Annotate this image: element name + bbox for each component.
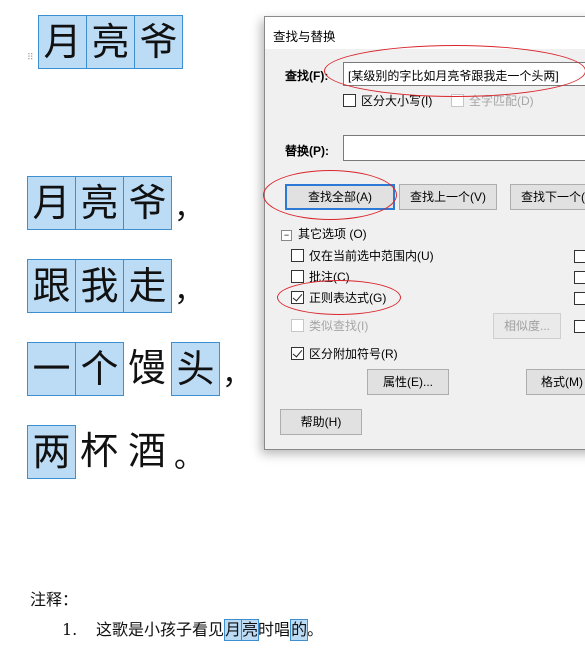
verse-char: 跟 <box>27 259 76 313</box>
note-text: 。 <box>307 620 324 639</box>
title-char: 亮 <box>86 15 135 69</box>
paragraph-anchor-icon: ⠿ <box>27 53 34 63</box>
verse-char: 杯 <box>79 429 118 473</box>
verse-line-4: 两杯酒。 <box>27 425 204 479</box>
checkbox-checked <box>291 347 304 360</box>
note-highlight: 亮 <box>241 619 260 641</box>
verse-char: 两 <box>27 425 76 479</box>
only-selection-label: 仅在当前选中范围内(U) <box>309 249 434 263</box>
checkbox-box <box>291 319 304 332</box>
verse-char: 亮 <box>75 176 124 230</box>
note-label: 注释： <box>30 590 79 609</box>
similar-search-checkbox[interactable]: 类似查找(I) <box>291 318 368 334</box>
other-options-label: 其它选项 (O) <box>298 227 367 241</box>
note-highlight: 的 <box>290 619 309 641</box>
diacritics-checkbox[interactable]: 区分附加符号(R) <box>291 346 398 362</box>
verse-char: 走 <box>123 259 172 313</box>
verse-char: 爷 <box>123 176 172 230</box>
verse-char: 头 <box>171 342 220 396</box>
dialog-title: 查找与替换 <box>273 30 336 44</box>
note-text: 这歌是小孩子看见 <box>96 620 225 639</box>
checkbox-right-2[interactable] <box>574 271 585 284</box>
title-char: 爷 <box>134 15 183 69</box>
similarity-button[interactable]: 相似度... <box>493 313 561 339</box>
note-text: 时唱 <box>258 620 291 639</box>
verse-char: 我 <box>75 259 124 313</box>
help-button[interactable]: 帮助(H) <box>280 409 362 435</box>
verse-line-3: 一个馒头， <box>27 342 252 396</box>
replace-input[interactable] <box>343 135 585 161</box>
similar-search-label: 类似查找(I) <box>309 319 369 333</box>
document-title: 月亮爷 <box>38 15 183 69</box>
checkbox-box <box>291 249 304 262</box>
note-number: 1. <box>62 620 78 639</box>
find-label: 查找(F): <box>285 69 329 83</box>
verse-char: 酒 <box>127 429 166 473</box>
note-item: 1. 这歌是小孩子看见月亮时唱的。 <box>62 618 323 642</box>
note-highlight: 月 <box>224 619 243 641</box>
find-next-button[interactable]: 查找下一个( <box>510 184 585 210</box>
collapse-icon: − <box>281 230 292 241</box>
verse-char: 月 <box>27 176 76 230</box>
checkbox-box <box>343 94 356 107</box>
verse-punct: ， <box>174 274 204 309</box>
verse-punct: ， <box>174 191 204 226</box>
diacritics-label: 区分附加符号(R) <box>309 347 398 361</box>
dialog-titlebar[interactable]: 查找与替换 <box>265 17 585 49</box>
annotation-oval-find-field <box>324 45 585 97</box>
title-char: 月 <box>38 15 87 69</box>
format-button[interactable]: 格式(M) <box>526 369 585 395</box>
checkbox-right-1[interactable] <box>574 250 585 263</box>
verse-line-1: 月亮爷， <box>27 176 204 230</box>
verse-line-2: 跟我走， <box>27 259 204 313</box>
verse-char: 一 <box>27 342 76 396</box>
properties-button[interactable]: 属性(E)... <box>367 369 449 395</box>
replace-label: 替换(P): <box>285 144 329 158</box>
annotation-oval-find-all <box>263 170 397 220</box>
checkbox-box <box>291 270 304 283</box>
checkbox-right-3[interactable] <box>574 292 585 305</box>
checkbox-right-4[interactable] <box>574 320 585 333</box>
only-selection-checkbox[interactable]: 仅在当前选中范围内(U) <box>291 248 434 264</box>
verse-punct: ， <box>222 357 252 392</box>
annotation-oval-regex <box>277 280 401 315</box>
verse-char: 馒 <box>127 346 166 390</box>
verse-punct: 。 <box>174 440 204 475</box>
find-previous-button[interactable]: 查找上一个(V) <box>399 184 497 210</box>
verse-char: 个 <box>75 342 124 396</box>
other-options-toggle[interactable]: − 其它选项 (O) <box>281 226 367 242</box>
